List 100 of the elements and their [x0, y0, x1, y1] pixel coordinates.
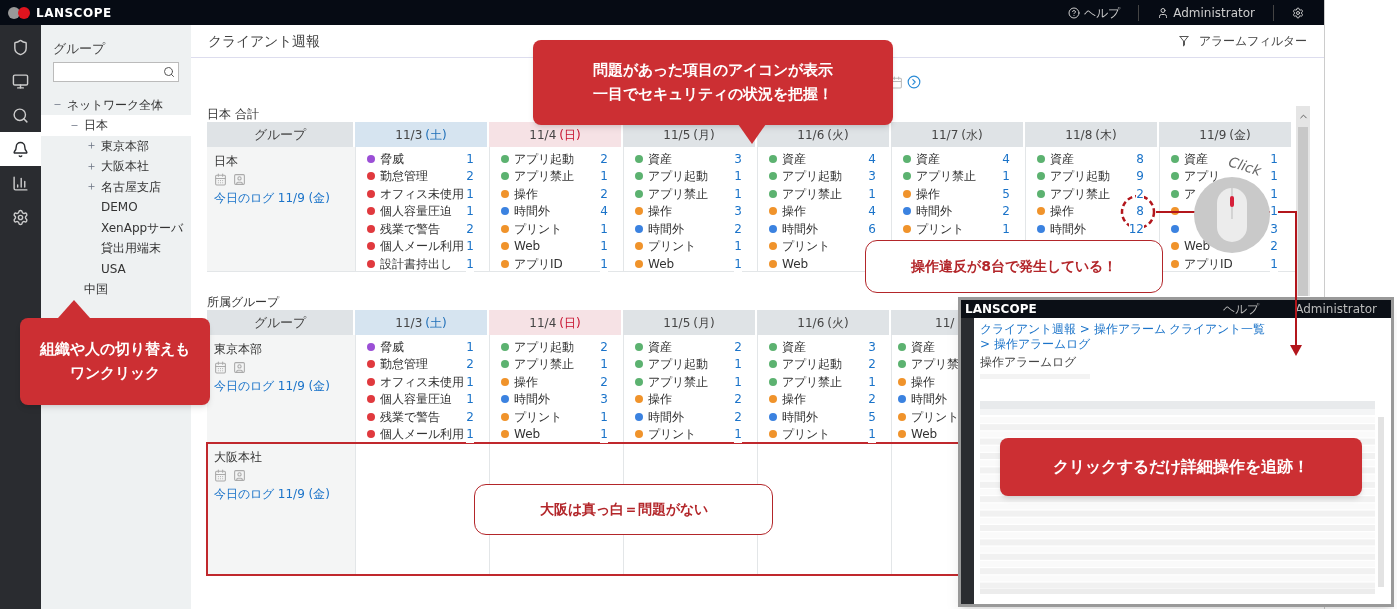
user-menu[interactable]: Administrator	[1173, 3, 1255, 22]
alarm-label: 資産	[1184, 150, 1208, 168]
alarm-label: アプリ起動	[648, 168, 708, 186]
column-header: 11/9 (金)	[1159, 122, 1293, 147]
alarm-label: Web	[514, 238, 541, 256]
alarm-label: プリント	[648, 238, 696, 256]
alarm-label: アプリ禁止	[1050, 185, 1110, 203]
alarm-label: 操作	[514, 185, 538, 203]
alarm-label: 資産	[648, 338, 672, 356]
tree-item[interactable]: 東京本部	[101, 136, 149, 155]
section-title: 所属グループ	[207, 294, 279, 310]
alarm-label: 操作	[782, 391, 806, 409]
alarm-label: 時間外	[514, 203, 550, 221]
alarm-label: 資産	[648, 150, 672, 168]
column-header: 11/3 (土)	[355, 310, 489, 335]
tree-item[interactable]: DEMO	[101, 198, 138, 217]
alarm-label: アプリ禁止	[514, 168, 574, 186]
panel-title: グループ	[53, 40, 107, 58]
alarm-label: Web	[514, 426, 541, 444]
alarm-label: 時間外	[514, 391, 550, 409]
alarm-label: アプリ起動	[514, 338, 574, 356]
alarm-label: オフィス未使用	[380, 373, 464, 391]
group-name: 大阪本社	[214, 449, 263, 466]
alarm-label: 脅威	[380, 150, 404, 168]
alarm-label: アプリ禁	[911, 356, 959, 374]
column-header: 11/7 (水)	[891, 122, 1025, 147]
group-name: 東京本部	[214, 341, 263, 358]
callout-text: 大阪は真っ白＝問題がない	[539, 499, 708, 519]
tree-item[interactable]: USA	[101, 259, 126, 278]
column-header: 11/6 (火)	[757, 310, 891, 335]
callout-text: クリックするだけ詳細操作を追跡！	[1053, 455, 1309, 478]
click-label: Click	[1225, 152, 1264, 181]
alarm-label: プリント	[514, 408, 562, 426]
alarm-label: 時間外	[1050, 220, 1086, 238]
alarm-label: プリント	[782, 426, 830, 444]
alarm-label: オフィス未使用	[380, 185, 464, 203]
alarm-label: 資産	[911, 338, 935, 356]
callout-text: 組織や人の切り替えも	[40, 339, 190, 361]
callout-text: 操作違反が8台で発生している！	[911, 256, 1117, 276]
alarm-label: 操作	[648, 203, 672, 221]
tree-item[interactable]: ネットワーク全体	[67, 95, 163, 114]
alarm-label: 資産	[782, 338, 806, 356]
callout-text: 一目でセキュリティの状況を把握！	[593, 83, 833, 105]
alarm-label: アプリ禁止	[514, 356, 574, 374]
alarm-label: アプリID	[1184, 255, 1233, 273]
alarm-label: ア	[1184, 185, 1196, 203]
callout-text: 問題があった項目のアイコンが表示	[593, 60, 833, 82]
alarm-label: プリント	[648, 426, 696, 444]
alarm-label: 勤怠管理	[380, 168, 428, 186]
alarm-label: プリント	[514, 220, 562, 238]
todays-log-link[interactable]: 今日のログ 11/9 (金)	[214, 377, 330, 395]
alarm-label: プリント	[916, 220, 964, 238]
tree-item[interactable]: 名古屋支店	[101, 177, 161, 196]
tree-item[interactable]: 大阪本社	[101, 157, 149, 176]
alarm-label: プリント	[911, 408, 959, 426]
help-link[interactable]: ヘルプ	[1084, 3, 1121, 22]
todays-log-link[interactable]: 今日のログ 11/9 (金)	[214, 189, 330, 207]
column-header: 11/8 (木)	[1025, 122, 1159, 147]
alarm-label: 個人メール利用	[380, 426, 464, 444]
alarm-label: 操作	[782, 203, 806, 221]
alarm-label: 資産	[782, 150, 806, 168]
alarm-label: Web	[1184, 238, 1211, 256]
alarm-label: アプリ禁止	[782, 185, 842, 203]
alarm-label: アプリ禁止	[782, 373, 842, 391]
alarm-label: 時間外	[916, 203, 952, 221]
todays-log-link[interactable]: 今日のログ 11/9 (金)	[214, 485, 330, 503]
alarm-label: Web	[648, 255, 675, 273]
alarm-label: 操作	[1050, 203, 1074, 221]
column-header: グループ	[207, 310, 355, 335]
inset-help: ヘルプ	[1223, 303, 1260, 315]
alarm-label: 資産	[1050, 150, 1074, 168]
column-header: 11/4 (日)	[489, 310, 623, 335]
alarm-label: 操作	[648, 391, 672, 409]
alarm-label: アプリ起動	[648, 356, 708, 374]
alarm-label: 脅威	[380, 338, 404, 356]
alarm-label: 操作	[911, 373, 935, 391]
alarm-label: 設計書持出し	[380, 255, 452, 273]
section-title: 日本 合計	[207, 106, 259, 122]
alarm-label: 残業で警告	[380, 220, 440, 238]
alarm-label: 残業で警告	[380, 408, 440, 426]
alarm-label: アプリ起動	[1050, 168, 1110, 186]
alarm-label: プリント	[782, 238, 830, 256]
alarm-filter-button[interactable]: アラームフィルター	[1199, 32, 1307, 50]
alarm-label: アプリ起動	[514, 150, 574, 168]
alarm-label: アプリ	[1184, 168, 1220, 186]
alarm-label: アプリ禁止	[648, 373, 708, 391]
inset-title: 操作アラームログ	[980, 355, 1076, 370]
alarm-label: Web	[911, 426, 938, 444]
tree-item[interactable]: 貸出用端末	[101, 239, 161, 258]
tree-item[interactable]: 日本	[84, 116, 108, 135]
alarm-label: 時間外	[911, 391, 947, 409]
alarm-label: 時間外	[648, 408, 684, 426]
tree-item[interactable]: 中国	[84, 280, 108, 299]
alarm-label: アプリ起動	[782, 168, 842, 186]
alarm-label: アプリ禁止	[916, 168, 976, 186]
column-header: 11/5 (月)	[623, 310, 757, 335]
alarm-label: 資産	[916, 150, 940, 168]
inset-user: Administrator	[1295, 303, 1377, 315]
column-header: グループ	[207, 122, 355, 147]
tree-item[interactable]: XenAppサーバ	[101, 218, 184, 237]
